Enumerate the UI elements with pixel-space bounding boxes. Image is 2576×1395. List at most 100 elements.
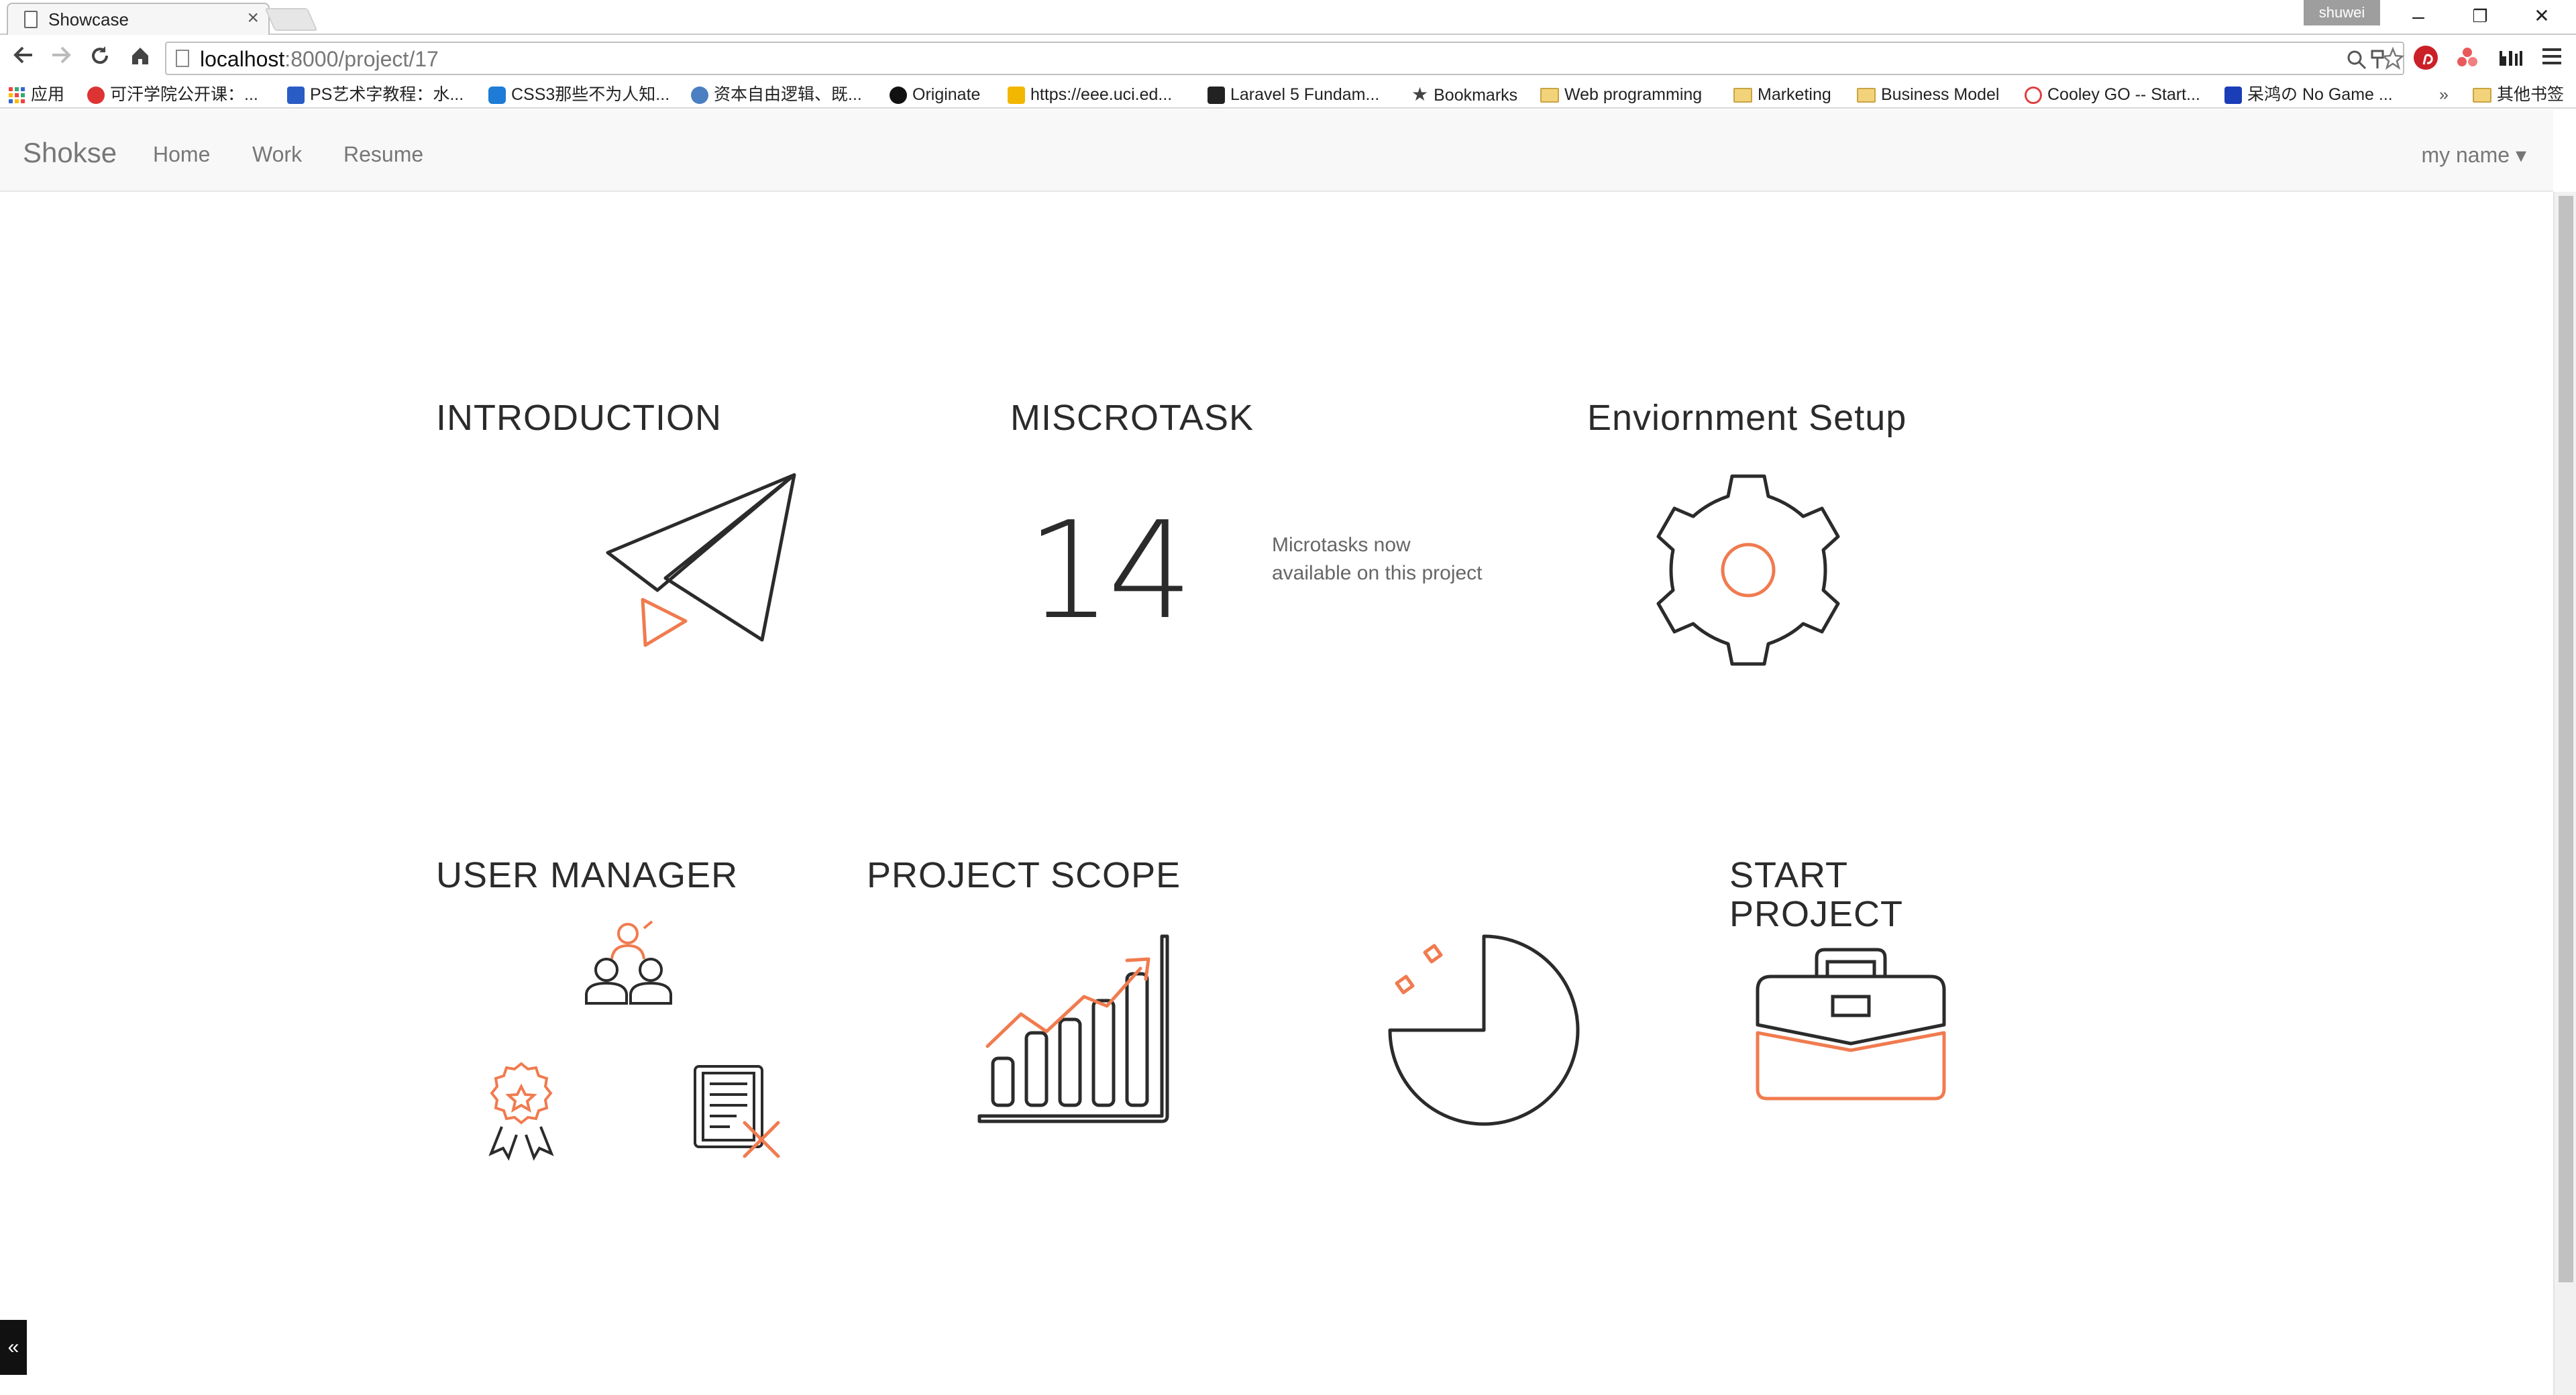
originate-icon — [890, 87, 907, 105]
bookmark-label: CSS3那些不为人知... — [511, 85, 670, 104]
menu-icon[interactable] — [2540, 44, 2564, 68]
environment-heading: Enviornment Setup — [1587, 398, 1907, 438]
blog-icon — [2224, 87, 2242, 105]
url-text: localhost:8000/project/17 — [200, 47, 439, 72]
tab-title: Showcase — [48, 9, 129, 30]
folder-icon — [1857, 88, 1876, 103]
paper-plane-icon[interactable] — [604, 469, 805, 651]
bookmark-folder-business[interactable]: Business Model — [1857, 83, 1999, 106]
nav-resume[interactable]: Resume — [343, 142, 423, 167]
nav-home[interactable]: Home — [153, 142, 210, 167]
bookmark-bookmarks[interactable]: ★ Bookmarks — [1411, 83, 1517, 106]
bookmark-label: 呆鸿の No Game ... — [2247, 85, 2393, 104]
url-path: :8000/project/17 — [284, 47, 439, 71]
bilibili-icon[interactable] — [2497, 44, 2524, 71]
start-project-heading: START PROJECT — [1729, 856, 1903, 934]
site-navbar: Shokse Home Work Resume my name ▾ — [0, 110, 2553, 192]
news-icon — [691, 87, 708, 105]
tab-close-icon[interactable]: × — [247, 7, 259, 30]
growth-chart-icon[interactable] — [973, 931, 1174, 1125]
close-window-button[interactable]: ✕ — [2512, 0, 2572, 32]
star-icon: ★ — [1411, 84, 1429, 105]
bookmark-label: Web programming — [1564, 85, 1703, 104]
reload-icon — [92, 46, 109, 64]
bookmark-label: Cooley GO -- Start... — [2047, 85, 2200, 104]
microtask-note: Microtasks now available on this project — [1272, 531, 1540, 588]
browser-toolbar: localhost:8000/project/17 — [0, 36, 2576, 80]
address-bar[interactable]: localhost:8000/project/17 — [165, 42, 2404, 75]
scrollbar-thumb[interactable] — [2559, 196, 2573, 1282]
gear-icon[interactable] — [1648, 469, 1849, 671]
bookmark-star-icon[interactable] — [2381, 47, 2404, 70]
bookmark-label: 应用 — [31, 85, 65, 104]
pie-progress-icon[interactable] — [1383, 934, 1585, 1126]
bookmark-cooley[interactable]: Cooley GO -- Start... — [2025, 83, 2200, 106]
start-project-line2: PROJECT — [1729, 894, 1904, 934]
restore-button[interactable]: ❐ — [2450, 0, 2510, 32]
nav-work[interactable]: Work — [252, 142, 302, 167]
bookmark-laravel[interactable]: Laravel 5 Fundam... — [1208, 83, 1379, 106]
page-icon — [176, 50, 189, 67]
bookmark-apps[interactable]: 应用 — [8, 83, 64, 106]
bookmark-originate[interactable]: Originate — [890, 83, 980, 106]
bookmark-nogame[interactable]: 呆鸿の No Game ... — [2224, 83, 2393, 106]
bookmark-folder-marketing[interactable]: Marketing — [1733, 83, 1831, 106]
url-host: localhost — [200, 47, 285, 71]
page-icon — [24, 11, 38, 28]
other-bookmarks-folder[interactable]: 其他书签 — [2473, 83, 2564, 106]
bookmark-label: Business Model — [1881, 85, 2000, 104]
new-tab-button[interactable] — [264, 8, 318, 31]
bookmark-folder-web[interactable]: Web programming — [1540, 83, 1702, 106]
bookmark-khan[interactable]: 可汗学院公开课：... — [87, 83, 258, 106]
reload-button[interactable] — [83, 42, 117, 75]
start-project-line1: START — [1729, 855, 1849, 895]
team-users-icon[interactable] — [577, 919, 678, 1013]
briefcase-icon[interactable] — [1754, 946, 1948, 1104]
baidu-icon — [287, 87, 305, 105]
award-badge-icon[interactable] — [484, 1060, 558, 1161]
bookmark-label: 可汗学院公开课：... — [110, 85, 258, 104]
apps-grid-icon — [9, 87, 25, 104]
forward-button[interactable] — [44, 42, 78, 75]
back-button[interactable] — [7, 42, 40, 75]
introduction-heading: INTRODUCTION — [436, 398, 722, 438]
folder-icon — [1733, 88, 1752, 103]
browser-tab[interactable]: Showcase × — [7, 3, 270, 35]
home-button[interactable] — [123, 42, 157, 75]
folder-icon — [1540, 88, 1559, 103]
bookmark-css3[interactable]: CSS3那些不为人知... — [488, 83, 669, 106]
bookmark-capital[interactable]: 资本自由逻辑、既... — [691, 83, 862, 106]
site-brand[interactable]: Shokse — [23, 137, 117, 169]
bookmark-label: https://eee.uci.ed... — [1030, 85, 1173, 104]
bookmark-label: Originate — [912, 85, 981, 104]
bookmark-label: Marketing — [1758, 85, 1831, 104]
pinterest-icon[interactable] — [2412, 44, 2439, 71]
document-reject-icon[interactable] — [691, 1062, 785, 1163]
bookmark-label: Bookmarks — [1434, 86, 1518, 105]
zoom-icon[interactable] — [2347, 50, 2367, 70]
microtask-note-line1: Microtasks now — [1272, 534, 1411, 556]
blog-icon — [488, 87, 506, 105]
extension-icon[interactable] — [2454, 44, 2481, 71]
uci-icon — [1008, 87, 1025, 105]
bookmarks-bar: 应用 可汗学院公开课：... PS艺术字教程：水... CSS3那些不为人知..… — [0, 80, 2576, 109]
netease-icon — [87, 87, 105, 105]
minimize-button[interactable]: – — [2388, 0, 2449, 32]
microtask-note-line2: available on this project — [1272, 562, 1483, 584]
bookmark-ps[interactable]: PS艺术字教程：水... — [287, 83, 464, 106]
microtask-count: 14 — [1026, 493, 1193, 649]
bookmark-label: Laravel 5 Fundam... — [1230, 85, 1380, 104]
user-menu-dropdown[interactable]: my name ▾ — [2421, 142, 2526, 168]
bookmark-uci[interactable]: https://eee.uci.ed... — [1008, 83, 1172, 106]
bookmarks-overflow-button[interactable]: » — [2439, 83, 2449, 106]
bookmark-label: PS艺术字教程：水... — [310, 85, 464, 104]
bookmark-label: 其他书签 — [2497, 85, 2565, 104]
back-arrow-icon — [13, 46, 32, 64]
page-scrollbar[interactable] — [2553, 192, 2576, 1395]
bookmark-label: 资本自由逻辑、既... — [714, 85, 862, 104]
cooley-icon — [2025, 87, 2042, 105]
profile-button[interactable]: shuwei — [2304, 0, 2380, 25]
project-scope-heading: PROJECT SCOPE — [867, 855, 1181, 895]
sidebar-toggle-button[interactable]: « — [0, 1320, 27, 1375]
folder-icon — [2473, 88, 2491, 103]
